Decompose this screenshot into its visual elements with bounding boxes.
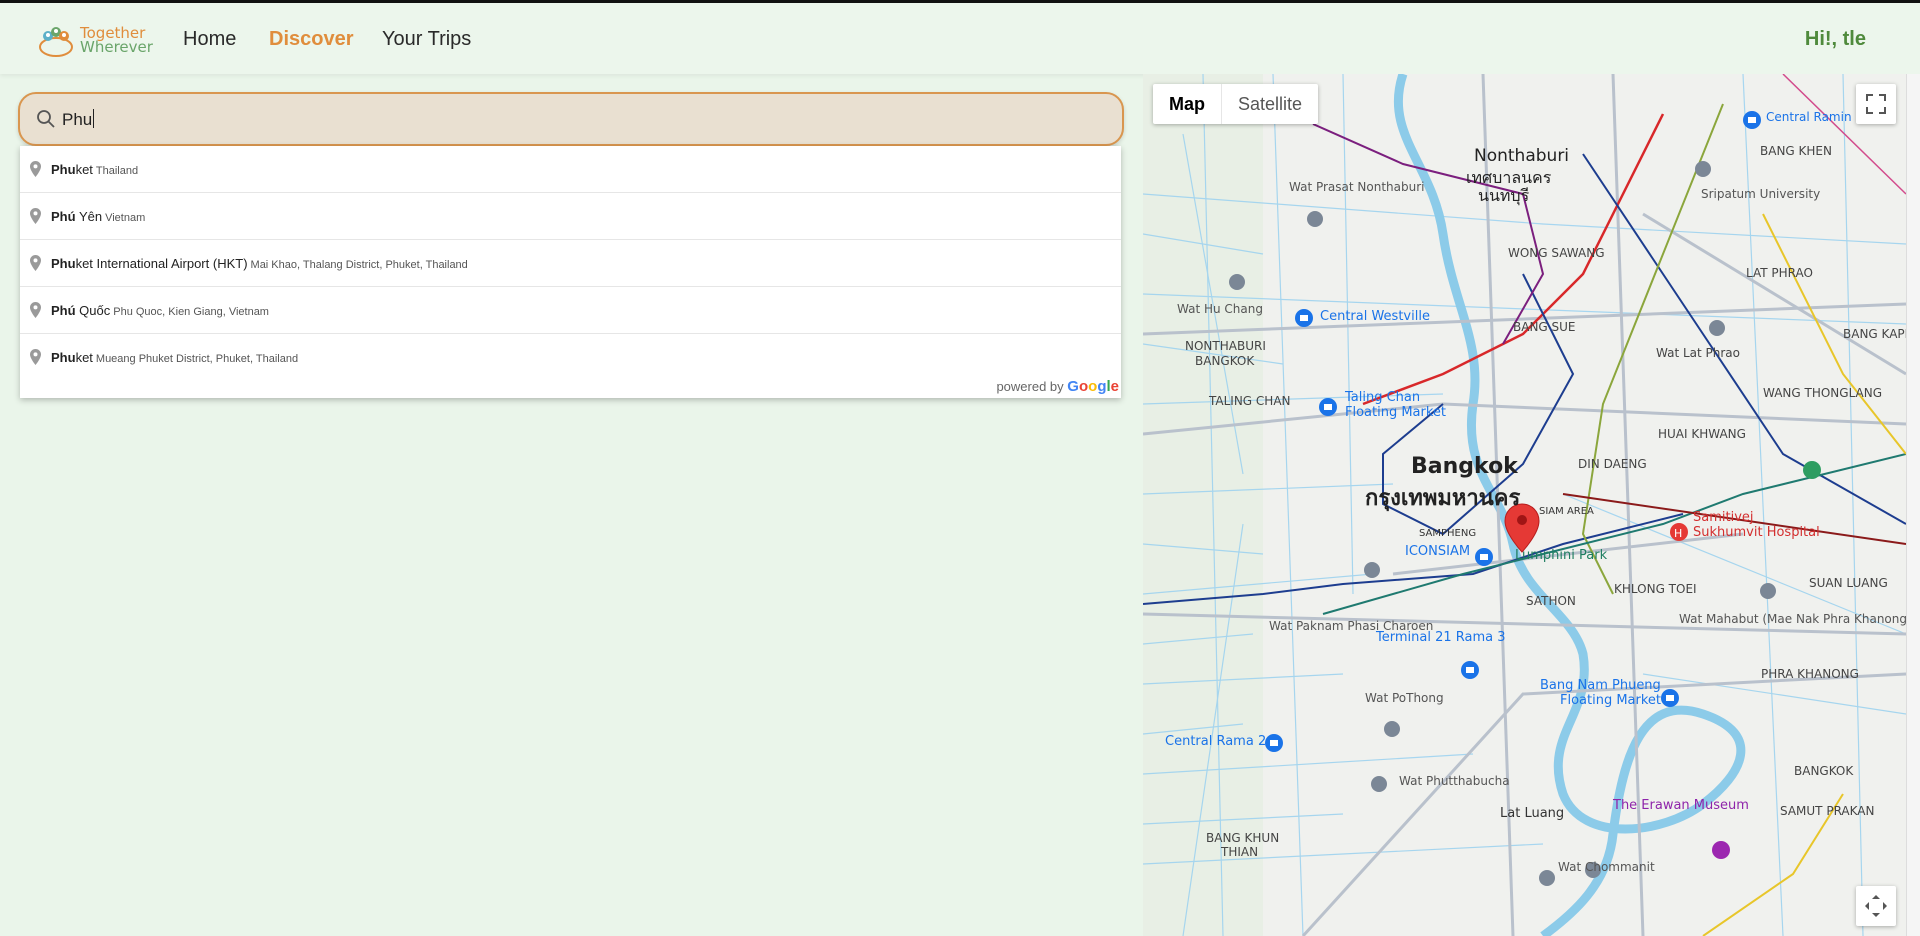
map-label-bang-khun-thian: BANG KHUN (1206, 831, 1280, 845)
map-label-central-westville: Central Westville (1320, 309, 1430, 324)
map-label-siam: SIAM AREA (1539, 506, 1594, 517)
search-input-value: Phu (62, 110, 93, 129)
map-label-wang-thonglang: WANG THONGLANG (1763, 386, 1883, 400)
map-label-wat-chommanit: Wat Chommanit (1558, 860, 1655, 874)
location-pin-icon (30, 302, 41, 318)
map-label-bang-kapi: BANG KAPI (1843, 327, 1906, 341)
autocomplete-dropdown: Phuket Thailand Phú Yên Vietnam Phuket Int… (20, 146, 1121, 398)
powered-by-text: powered by (996, 379, 1064, 394)
location-pin-icon (30, 349, 41, 365)
map-label-wat-paknam: Wat Paknam Phasi Charoen (1269, 619, 1434, 633)
map-label-phra-khanong: PHRA KHANONG (1761, 667, 1859, 681)
map-label-bangkok-th: กรุงเทพมหานคร (1365, 486, 1521, 511)
map-label-nonthaburi-district: NONTHABURI (1185, 339, 1266, 353)
suggestion-match: Phu (51, 256, 76, 271)
map-label-wat-prasat: Wat Prasat Nonthaburi (1289, 180, 1425, 194)
map-label-bang-sue: BANG SUE (1513, 320, 1576, 334)
map-label-nonthaburi: Nonthaburi (1474, 146, 1570, 166)
map-label-sampheng: SAMPHENG (1419, 528, 1477, 539)
suggestion-rest: ket International Airport (HKT) (75, 256, 248, 271)
suggestion-rest: ket (75, 162, 93, 177)
map-label-taling-chan-district: TALING CHAN (1209, 394, 1291, 408)
suggestion-rest: ket (75, 350, 93, 365)
map-label-erawan-museum: The Erawan Museum (1613, 798, 1749, 813)
suggestion-item[interactable]: Phuket Mueang Phuket District, Phuket, Th… (20, 334, 1121, 381)
suggestion-item[interactable]: Phú Yên Vietnam (20, 193, 1121, 240)
suggestion-secondary: Mai Khao, Thalang District, Phuket, Thai… (250, 259, 468, 271)
search-icon (37, 110, 55, 128)
map-label-sathon: SATHON (1526, 594, 1576, 608)
map-label-suan-luang: SUAN LUANG (1809, 576, 1888, 590)
suggestion-rest: Quốc (75, 303, 111, 318)
suggestion-match: Phu (51, 350, 76, 365)
map-type-toggle: Map Satellite (1153, 84, 1319, 124)
map-label-lat-luang: Lat Luang (1500, 806, 1565, 821)
camera-control-icon (1865, 895, 1887, 917)
fullscreen-button[interactable] (1856, 84, 1896, 124)
map-label-iconsiam: ICONSIAM (1405, 544, 1471, 559)
map-label-bangkok-district-east: BANGKOK (1794, 764, 1854, 778)
map-label-wat-mahabut: Wat Mahabut (Mae Nak Phra Khanong) (1679, 612, 1906, 626)
suggestion-rest: Yên (75, 209, 103, 224)
map-label-floating-market: Floating Market (1345, 405, 1447, 420)
logo-line-2: Wherever (80, 38, 153, 56)
map-label-wat-hu-chang: Wat Hu Chang (1177, 302, 1263, 316)
nav-your-trips[interactable]: Your Trips (382, 28, 471, 51)
nav-discover[interactable]: Discover (269, 28, 354, 51)
map-label-thian: THIAN (1221, 845, 1259, 859)
map-label-nonthaburi-th2: นนทบุรี (1478, 186, 1530, 205)
destination-search-input[interactable]: Phu (18, 92, 1124, 146)
nav-home[interactable]: Home (183, 28, 236, 51)
page-scrollbar[interactable] (1906, 74, 1920, 936)
map-label-bang-nam-phueng-market: Floating Market (1560, 693, 1662, 708)
powered-by-google: powered by Google (996, 378, 1119, 395)
map-label-lat-phrao: LAT PHRAO (1746, 266, 1813, 280)
map-label-khlong-toei: KHLONG TOEI (1614, 582, 1697, 596)
map-label-wong-sawang: WONG SAWANG (1508, 246, 1605, 260)
map-label-din-daeng: DIN DAENG (1578, 457, 1647, 471)
map-label-wat-pothong: Wat PoThong (1365, 691, 1444, 705)
top-navbar: Together Wherever Home Discover Your Tri… (0, 0, 1920, 74)
map-type-map-button[interactable]: Map (1153, 84, 1222, 124)
svg-text:H: H (1674, 527, 1682, 540)
location-pin-icon (30, 255, 41, 271)
suggestion-match: Phú (51, 303, 76, 318)
suggestion-item[interactable]: Phú Quốc Phu Quoc, Kien Giang, Vietnam (20, 287, 1121, 334)
google-logo: Google (1067, 378, 1119, 395)
suggestion-item[interactable]: Phuket Thailand (20, 146, 1121, 193)
suggestion-secondary: Vietnam (105, 212, 146, 224)
user-greeting[interactable]: Hi!, tle (1805, 28, 1866, 51)
suggestion-secondary: Thailand (95, 165, 139, 177)
together-wherever-logo[interactable]: Together Wherever (38, 19, 153, 61)
map-label-samitivej: Samitivej (1693, 510, 1754, 525)
map-label-central-ramin: Central Ramin (1766, 110, 1852, 124)
google-map[interactable]: H Nonthaburi เทศบาลนคร นนทบุรี Bangkok ก… (1143, 74, 1906, 936)
map-label-sripatum: Sripatum University (1701, 187, 1821, 201)
map-label-bang-nam-phueng: Bang Nam Phueng (1540, 678, 1661, 693)
map-type-satellite-button[interactable]: Satellite (1222, 84, 1318, 124)
map-label-wat-lat-phrao: Wat Lat Phrao (1656, 346, 1740, 360)
suggestion-secondary: Mueang Phuket District, Phuket, Thailand (95, 353, 299, 365)
map-label-bangkok: Bangkok (1411, 454, 1518, 479)
map-label-lumphini-park: Lumphini Park (1515, 548, 1608, 563)
suggestion-match: Phú (51, 209, 76, 224)
map-label-samitivej-hospital: Sukhumvit Hospital (1693, 525, 1820, 540)
logo-mark-icon (39, 27, 73, 57)
camera-control-button[interactable] (1856, 886, 1896, 926)
map-label-huai-khwang: HUAI KHWANG (1658, 427, 1746, 441)
map-label-wat-phutthabucha: Wat Phutthabucha (1399, 774, 1510, 788)
map-label-bang-khen: BANG KHEN (1760, 144, 1832, 158)
fullscreen-icon (1866, 94, 1886, 114)
location-pin-icon (30, 161, 41, 177)
map-label-samut-prakan: SAMUT PRAKAN (1780, 804, 1875, 818)
text-caret (93, 109, 95, 128)
location-pin-icon (30, 208, 41, 224)
map-label-taling-chan: Taling Chan (1345, 390, 1421, 405)
suggestion-match: Phu (51, 162, 76, 177)
suggestion-secondary: Phu Quoc, Kien Giang, Vietnam (113, 306, 269, 318)
map-label-bangkok-district: BANGKOK (1195, 354, 1255, 368)
suggestion-item[interactable]: Phuket International Airport (HKT) Mai Kh… (20, 240, 1121, 287)
map-label-central-rama-2: Central Rama 2 (1165, 734, 1267, 749)
